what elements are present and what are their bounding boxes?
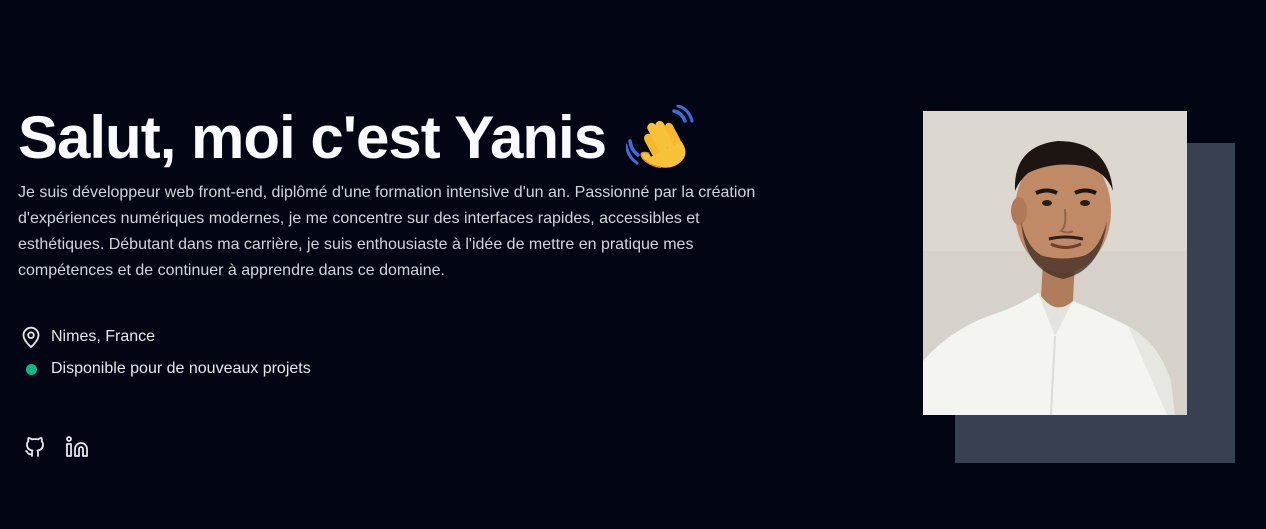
social-links bbox=[22, 434, 90, 460]
status-indicator bbox=[25, 363, 37, 375]
location-text: Nimes, France bbox=[51, 328, 156, 345]
linkedin-icon bbox=[66, 436, 88, 457]
hero-title: Salut, moi c'est Yanis bbox=[18, 103, 696, 173]
map-pin-icon bbox=[20, 326, 42, 348]
waving-hand-icon bbox=[624, 104, 696, 171]
location-row: Nimes, France bbox=[20, 326, 155, 348]
hero-title-text: Salut, moi c'est Yanis bbox=[18, 104, 607, 171]
github-icon bbox=[25, 437, 44, 457]
intro-paragraph: Je suis développeur web front-end, diplô… bbox=[18, 184, 756, 279]
status-dot-icon bbox=[20, 358, 42, 380]
availability-text: Disponible pour de nouveaux projets bbox=[51, 360, 311, 377]
github-link[interactable] bbox=[22, 434, 48, 460]
profile-photo bbox=[923, 111, 1187, 415]
availability-row: Disponible pour de nouveaux projets bbox=[20, 358, 311, 380]
hero-section: Salut, moi c'est Yanis Je suis développe… bbox=[0, 0, 1266, 529]
linkedin-link[interactable] bbox=[64, 434, 90, 460]
